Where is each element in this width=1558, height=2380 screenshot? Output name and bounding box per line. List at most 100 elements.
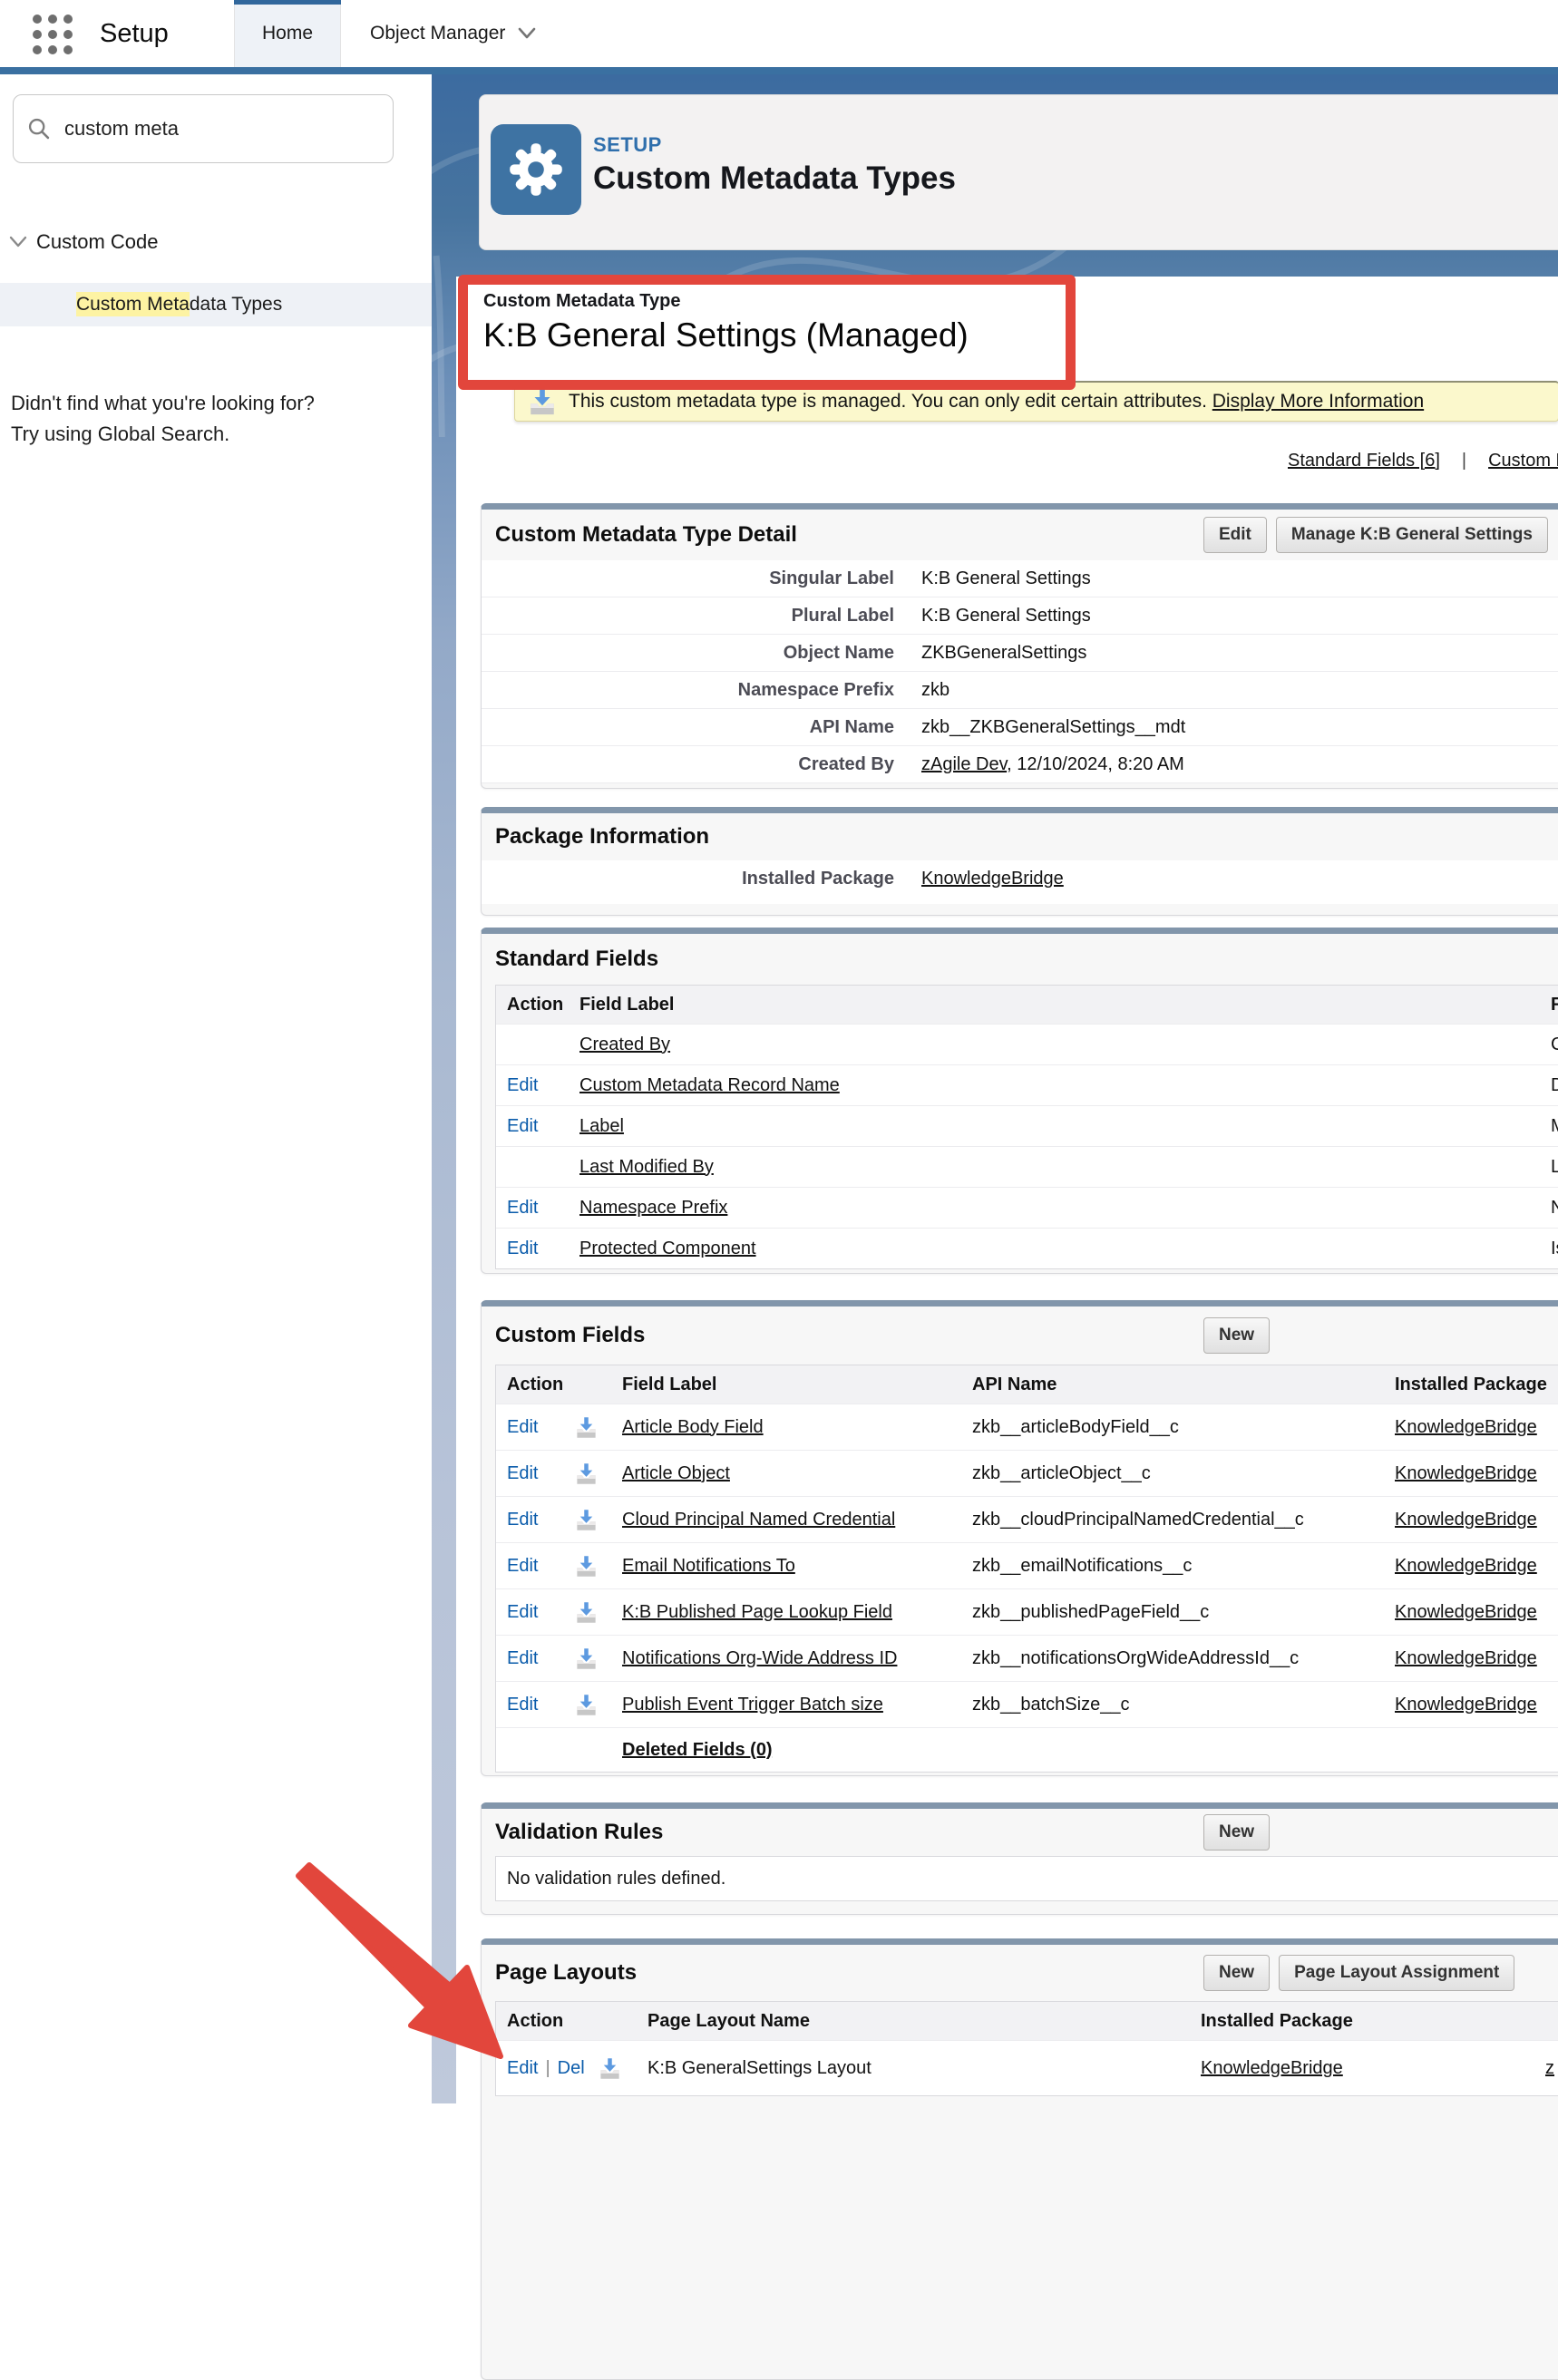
installed-package-link[interactable]: KnowledgeBridge xyxy=(921,869,1064,889)
truncated-link[interactable]: z xyxy=(1545,2058,1554,2079)
installed-package-link[interactable]: KnowledgeBridge xyxy=(1395,1463,1537,1484)
detail-rows: Singular LabelK:B General Settings Plura… xyxy=(482,560,1558,783)
quick-link-standard-fields[interactable]: Standard Fields [6] xyxy=(1288,451,1440,471)
edit-action-link[interactable]: Edit xyxy=(507,1417,538,1438)
detail-row: Plural LabelK:B General Settings xyxy=(482,597,1558,635)
section-custom-fields-title: Custom Fields xyxy=(495,1323,645,1348)
tab-object-manager[interactable]: Object Manager xyxy=(352,0,554,67)
table-row: Last Modified By L xyxy=(496,1146,1558,1187)
table-row: Edit Email Notifications To zkb__emailNo… xyxy=(496,1542,1558,1588)
app-launcher-icon[interactable] xyxy=(33,15,73,54)
field-label-link[interactable]: Article Object xyxy=(622,1463,730,1484)
sidebar-item-custom-code[interactable]: Custom Code xyxy=(9,230,159,254)
table-row: Edit Publish Event Trigger Batch size zk… xyxy=(496,1681,1558,1727)
package-install-icon xyxy=(574,1415,599,1440)
field-label-link[interactable]: Namespace Prefix xyxy=(579,1198,727,1219)
field-label-link[interactable]: Notifications Org-Wide Address ID xyxy=(622,1648,897,1669)
installed-package-link[interactable]: KnowledgeBridge xyxy=(1395,1695,1537,1715)
field-label-link[interactable]: Custom Metadata Record Name xyxy=(579,1075,840,1096)
installed-package-link[interactable]: KnowledgeBridge xyxy=(1395,1510,1537,1530)
field-label-link[interactable]: Label xyxy=(579,1116,624,1137)
new-custom-field-button[interactable]: New xyxy=(1203,1317,1270,1354)
edit-action-link[interactable]: Edit xyxy=(507,1602,538,1623)
action-separator: | xyxy=(538,2058,557,2079)
manage-records-button[interactable]: Manage K:B General Settings xyxy=(1276,517,1548,553)
field-label-link[interactable]: Publish Event Trigger Batch size xyxy=(622,1695,883,1715)
field-label-link[interactable]: Cloud Principal Named Credential xyxy=(622,1510,895,1530)
section-package-information: Package Information Installed Package Kn… xyxy=(481,807,1558,916)
page-eyebrow: SETUP xyxy=(593,133,662,157)
package-install-icon xyxy=(574,1647,599,1671)
tab-home[interactable]: Home xyxy=(234,0,341,67)
sidebar-section-label: Custom Code xyxy=(36,230,159,254)
edit-action-link[interactable]: Edit xyxy=(507,1463,538,1484)
edit-action-link[interactable]: Edit xyxy=(507,2058,538,2079)
edit-action-link[interactable]: Edit xyxy=(507,1198,538,1219)
field-label-link[interactable]: Protected Component xyxy=(579,1239,756,1259)
table-row: Created By C xyxy=(496,1024,1558,1064)
validation-rules-buttons: New xyxy=(1203,1814,1270,1851)
deleted-fields-row: Deleted Fields (0) xyxy=(496,1727,1558,1772)
gear-icon xyxy=(507,141,565,199)
edit-button[interactable]: Edit xyxy=(1203,517,1267,553)
edit-action-link[interactable]: Edit xyxy=(507,1648,538,1669)
detail-row: Namespace Prefixzkb xyxy=(482,672,1558,709)
page-layouts-table: Action Page Layout Name Installed Packag… xyxy=(495,2001,1558,2096)
record-title: K:B General Settings (Managed) xyxy=(483,316,969,355)
package-install-icon xyxy=(574,1462,599,1486)
validation-rules-empty-message: No validation rules defined. xyxy=(495,1856,1558,1901)
header-divider xyxy=(0,67,1558,74)
created-by-user-link[interactable]: zAgile Dev xyxy=(921,754,1007,774)
table-row: Edit Notifications Org-Wide Address ID z… xyxy=(496,1635,1558,1681)
quick-find-input[interactable] xyxy=(63,116,365,141)
field-label-link[interactable]: K:B Published Page Lookup Field xyxy=(622,1602,892,1623)
standard-fields-table: Action Field Label F Created By C Edit C… xyxy=(495,985,1558,1269)
field-label-link[interactable]: Article Body Field xyxy=(622,1417,764,1438)
field-label-link[interactable]: Created By xyxy=(579,1035,670,1055)
edit-action-link[interactable]: Edit xyxy=(507,1695,538,1715)
field-label-link[interactable]: Last Modified By xyxy=(579,1157,714,1178)
sidebar-search-box xyxy=(13,94,394,163)
related-list-quick-links: Standard Fields [6] | Custom F xyxy=(1288,451,1558,471)
new-validation-rule-button[interactable]: New xyxy=(1203,1814,1270,1851)
quick-link-custom-fields[interactable]: Custom F xyxy=(1488,451,1558,471)
section-page-layouts-title: Page Layouts xyxy=(495,1960,637,1986)
new-page-layout-button[interactable]: New xyxy=(1203,1955,1270,1991)
table-row: Edit Custom Metadata Record Name D xyxy=(496,1064,1558,1105)
page-layouts-buttons: New Page Layout Assignment xyxy=(1203,1955,1514,1991)
chevron-down-icon xyxy=(518,27,536,40)
delete-action-link[interactable]: Del xyxy=(558,2058,585,2079)
edit-action-link[interactable]: Edit xyxy=(507,1239,538,1259)
sidebar-item-custom-metadata-types[interactable]: Custom Metadata Types xyxy=(0,283,432,326)
detail-row: API Namezkb__ZKBGeneralSettings__mdt xyxy=(482,709,1558,746)
display-more-information-link[interactable]: Display More Information xyxy=(1212,391,1424,412)
package-install-icon xyxy=(574,1508,599,1532)
edit-action-link[interactable]: Edit xyxy=(507,1556,538,1577)
tab-object-manager-label: Object Manager xyxy=(370,23,505,44)
detail-row: Installed Package KnowledgeBridge xyxy=(482,860,1558,897)
edit-action-link[interactable]: Edit xyxy=(507,1075,538,1096)
field-label-link[interactable]: Email Notifications To xyxy=(622,1556,795,1577)
section-package-information-title: Package Information xyxy=(495,824,709,850)
table-header-row: Action Field Label F xyxy=(496,986,1558,1024)
section-custom-fields: Custom Fields New Action Field Label API… xyxy=(481,1300,1558,1776)
section-detail: Custom Metadata Type Detail Edit Manage … xyxy=(481,503,1558,789)
section-standard-fields: Standard Fields Action Field Label F Cre… xyxy=(481,928,1558,1274)
deleted-fields-link[interactable]: Deleted Fields (0) xyxy=(622,1740,773,1760)
page-layout-assignment-button[interactable]: Page Layout Assignment xyxy=(1279,1955,1514,1991)
active-tab-indicator xyxy=(234,0,341,5)
quick-link-separator: | xyxy=(1462,451,1466,471)
detail-row: Singular LabelK:B General Settings xyxy=(482,560,1558,597)
installed-package-link[interactable]: KnowledgeBridge xyxy=(1395,1556,1537,1577)
edit-action-link[interactable]: Edit xyxy=(507,1510,538,1530)
custom-fields-buttons: New xyxy=(1203,1317,1270,1354)
section-detail-title: Custom Metadata Type Detail xyxy=(495,522,797,548)
edit-action-link[interactable]: Edit xyxy=(507,1116,538,1137)
table-row: Edit | Del K:B GeneralSettings Layout Kn… xyxy=(496,2040,1558,2095)
installed-package-link[interactable]: KnowledgeBridge xyxy=(1201,2058,1343,2079)
installed-package-link[interactable]: KnowledgeBridge xyxy=(1395,1602,1537,1623)
installed-package-link[interactable]: KnowledgeBridge xyxy=(1395,1417,1537,1438)
custom-fields-table: Action Field Label API Name Installed Pa… xyxy=(495,1365,1558,1773)
installed-package-link[interactable]: KnowledgeBridge xyxy=(1395,1648,1537,1669)
notice-text: This custom metadata type is managed. Yo… xyxy=(569,391,1424,413)
